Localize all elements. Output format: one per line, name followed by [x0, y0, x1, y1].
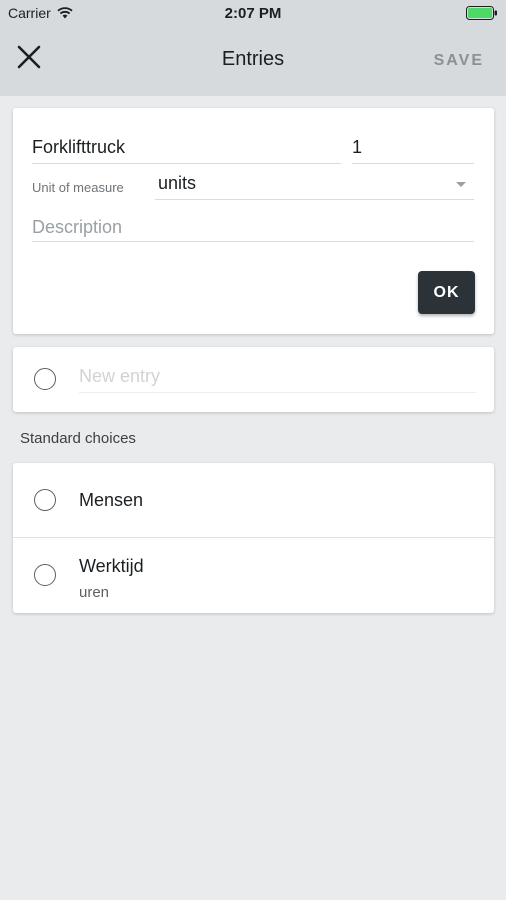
entry-form-card: Forklifttruck 1 Unit of measure units De…	[13, 108, 494, 334]
save-button[interactable]: SAVE	[434, 52, 484, 70]
battery-indicator	[466, 6, 498, 20]
name-input[interactable]: Forklifttruck	[32, 135, 341, 164]
choice-subtitle: uren	[79, 584, 110, 601]
new-entry-card: New entry	[13, 347, 494, 412]
standard-choices-heading: Standard choices	[20, 430, 136, 447]
description-input[interactable]: Description	[32, 215, 474, 242]
new-entry-input[interactable]: New entry	[79, 366, 476, 393]
description-placeholder: Description	[32, 217, 123, 237]
choice-radio[interactable]	[34, 489, 56, 511]
ok-button[interactable]: OK	[418, 271, 475, 314]
unit-of-measure-select[interactable]: units	[155, 171, 474, 200]
new-entry-placeholder: New entry	[79, 366, 161, 386]
quantity-input[interactable]: 1	[352, 135, 474, 164]
list-item[interactable]: Mensen	[13, 463, 494, 538]
top-bar: Carrier 2:07 PM Entries SAVE	[0, 0, 506, 96]
name-input-value: Forklifttruck	[32, 137, 126, 157]
quantity-input-value: 1	[352, 137, 363, 157]
new-entry-radio[interactable]	[34, 368, 56, 390]
list-item[interactable]: Werktijd uren	[13, 538, 494, 613]
standard-choices-list: Mensen Werktijd uren	[13, 463, 494, 613]
chevron-down-icon	[456, 182, 466, 187]
choice-radio[interactable]	[34, 564, 56, 586]
choice-title: Mensen	[79, 490, 144, 510]
status-bar: Carrier 2:07 PM	[0, 0, 506, 26]
navigation-bar: Entries SAVE	[0, 26, 506, 96]
unit-select-value: units	[158, 173, 197, 193]
clock: 2:07 PM	[224, 5, 282, 22]
choice-title: Werktijd	[79, 556, 144, 576]
unit-of-measure-label: Unit of measure	[32, 180, 124, 195]
page-title: Entries	[221, 48, 285, 70]
battery-icon	[466, 6, 497, 20]
